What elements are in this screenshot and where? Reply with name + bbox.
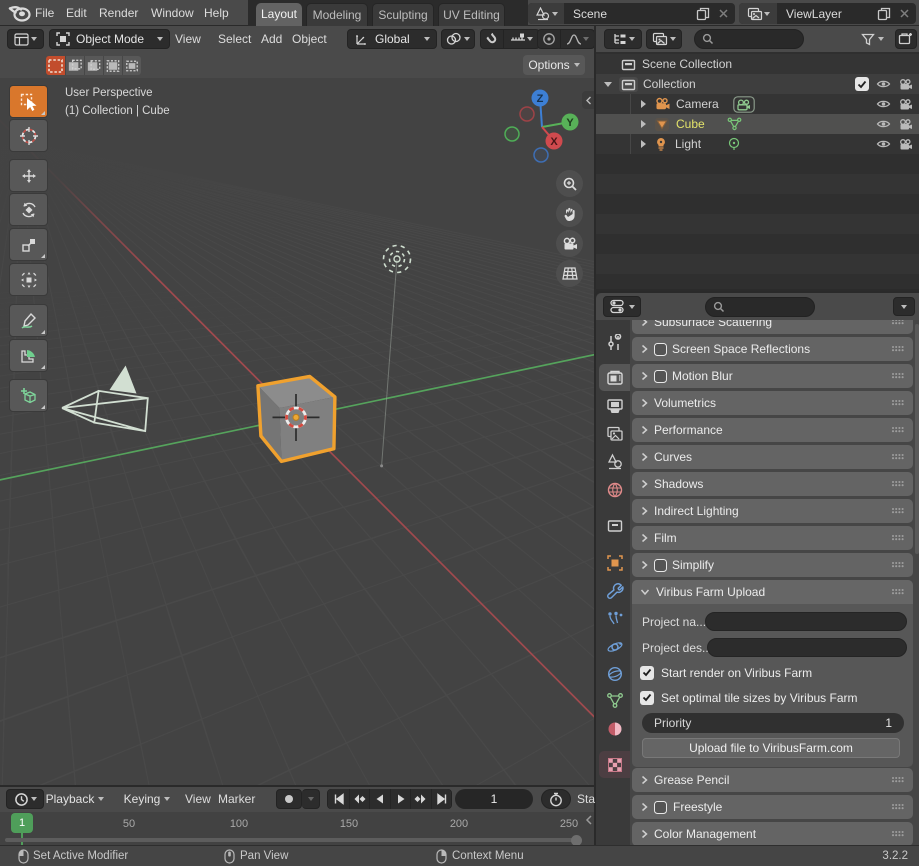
svg-text:X: X	[550, 136, 558, 148]
svg-text:Y: Y	[566, 117, 574, 129]
svg-text:Z: Z	[537, 93, 544, 105]
